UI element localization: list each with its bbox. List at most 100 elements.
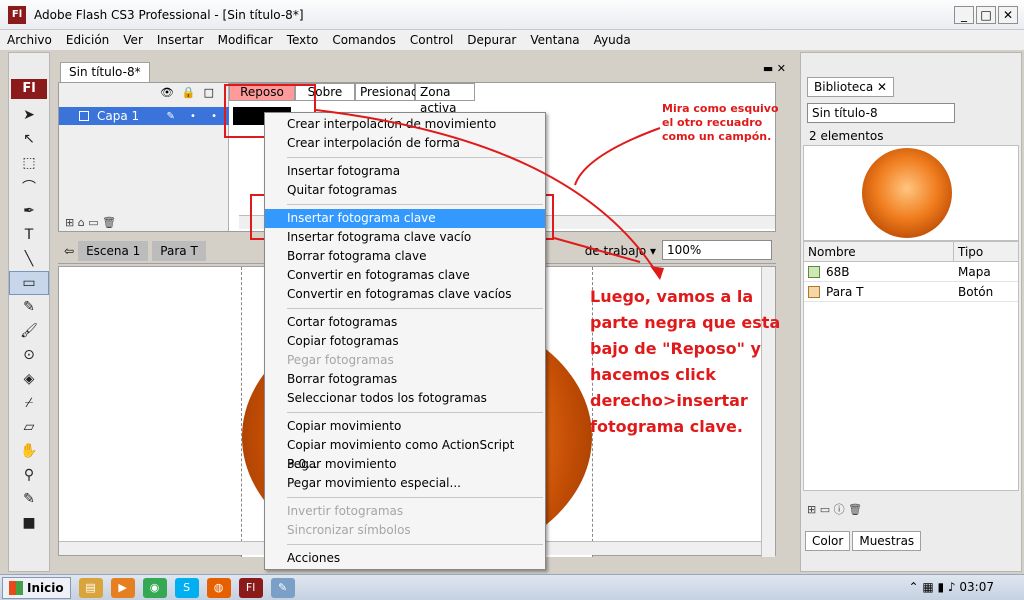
context-menu-item[interactable]: Copiar movimiento como ActionScript 3.0.… xyxy=(265,436,545,471)
menu-bar: Archivo Edición Ver Insertar Modificar T… xyxy=(0,30,1024,50)
eraser-tool-icon[interactable]: ▱ xyxy=(9,415,49,439)
menu-archivo[interactable]: Archivo xyxy=(0,33,59,47)
context-menu-item[interactable]: Convertir en fotogramas clave xyxy=(265,266,545,285)
zoom-select[interactable]: 100% xyxy=(662,240,772,260)
free-transform-tool-icon[interactable]: ⬚ xyxy=(9,151,49,175)
context-menu-item[interactable]: Insertar fotograma clave xyxy=(265,209,545,228)
context-menu-item[interactable]: Insertar fotograma clave vacío xyxy=(265,228,545,247)
explorer-icon[interactable]: ▤ xyxy=(78,577,103,598)
layer-visibility-icons[interactable]: 👁🔒□ xyxy=(160,86,222,99)
menu-control[interactable]: Control xyxy=(403,33,460,47)
tab-muestras[interactable]: Muestras xyxy=(852,531,922,551)
library-tools-icons[interactable]: ⊞ ▭ ⓘ 🗑 xyxy=(807,501,862,517)
flash-taskbar-icon[interactable]: Fl xyxy=(238,577,263,598)
context-menu-item[interactable]: Borrar fotograma clave xyxy=(265,247,545,266)
flash-app-icon: Fl xyxy=(8,5,26,24)
workspace-menu[interactable]: de trabajo ▾ xyxy=(585,244,656,258)
maximize-icon[interactable]: □ xyxy=(976,6,996,24)
menu-separator xyxy=(287,412,543,413)
layer-tools-icons[interactable]: ⊞ ⌂ ▭ 🗑 xyxy=(65,216,116,229)
context-menu-item[interactable]: Copiar fotogramas xyxy=(265,332,545,351)
library-tab[interactable]: Biblioteca ✕ xyxy=(807,77,895,97)
context-menu-item[interactable]: Pegar movimiento xyxy=(265,455,545,474)
menu-separator xyxy=(287,157,543,158)
system-tray: ⌃ ▦ ▮ ♪ 03:07 xyxy=(908,580,994,594)
menu-depurar[interactable]: Depurar xyxy=(460,33,523,47)
rectangle-tool-icon[interactable]: ▭ xyxy=(9,271,49,295)
color-panel-tabs: Color Muestras xyxy=(805,531,922,551)
media-player-icon[interactable]: ▶ xyxy=(110,577,135,598)
menu-comandos[interactable]: Comandos xyxy=(325,33,403,47)
context-menu-item[interactable]: Cortar fotogramas xyxy=(265,313,545,332)
layer-status-icons[interactable]: ✎ • • xyxy=(166,111,223,122)
column-type[interactable]: Tipo xyxy=(954,242,983,261)
layers-pane: 👁🔒□ Capa 1 ✎ • • ⊞ ⌂ ▭ 🗑 xyxy=(59,83,229,231)
library-row-name: Para T xyxy=(826,285,864,299)
selection-tool-icon[interactable]: ➤ xyxy=(9,103,49,127)
start-button[interactable]: Inicio xyxy=(2,576,71,599)
library-preview xyxy=(803,145,1019,241)
menu-insertar[interactable]: Insertar xyxy=(150,33,211,47)
document-controls[interactable]: ▬ ✕ xyxy=(763,62,786,75)
context-menu-item[interactable]: Acciones xyxy=(265,549,545,568)
library-item-count: 2 elementos xyxy=(809,129,884,143)
paint-bucket-tool-icon[interactable]: ◈ xyxy=(9,367,49,391)
zoom-tool-icon[interactable]: ⚲ xyxy=(9,463,49,487)
line-tool-icon[interactable]: ╲ xyxy=(9,247,49,271)
menu-texto[interactable]: Texto xyxy=(280,33,326,47)
library-row[interactable]: Para T Botón xyxy=(804,282,1018,302)
frame-label-presionado[interactable]: Presionado xyxy=(355,83,426,101)
context-menu-item[interactable]: Seleccionar todos los fotogramas xyxy=(265,389,545,408)
minimize-icon[interactable]: _ xyxy=(954,6,974,24)
firefox-icon[interactable]: ◍ xyxy=(206,577,231,598)
menu-edicion[interactable]: Edición xyxy=(59,33,116,47)
context-menu-item[interactable]: Pegar movimiento especial... xyxy=(265,474,545,493)
taskbar: Inicio ▤ ▶ ◉ S ◍ Fl ✎ ⌃ ▦ ▮ ♪ 03:07 xyxy=(0,574,1024,600)
layer-row[interactable]: Capa 1 ✎ • • xyxy=(59,107,229,125)
layer-icon xyxy=(79,111,89,121)
library-row-name: 68B xyxy=(826,265,850,279)
library-document-select[interactable]: Sin título-8 xyxy=(807,103,955,123)
hand-tool-icon[interactable]: ✋ xyxy=(9,439,49,463)
stroke-color-icon[interactable]: ✎ xyxy=(9,487,49,511)
close-icon[interactable]: ✕ xyxy=(998,6,1018,24)
library-row-type: Mapa xyxy=(958,265,991,279)
menu-modificar[interactable]: Modificar xyxy=(211,33,280,47)
menu-ventana[interactable]: Ventana xyxy=(523,33,586,47)
library-row[interactable]: 68B Mapa xyxy=(804,262,1018,282)
context-menu-item[interactable]: Quitar fotogramas xyxy=(265,181,545,200)
pencil-tool-icon[interactable]: ✎ xyxy=(9,295,49,319)
frame-label-zona-activa[interactable]: Zona activa xyxy=(415,83,475,115)
back-arrow-icon[interactable]: ⇦ xyxy=(64,244,74,258)
ink-bottle-tool-icon[interactable]: ⊙ xyxy=(9,343,49,367)
breadcrumb-scene[interactable]: Escena 1 xyxy=(78,240,149,261)
context-menu-item[interactable]: Convertir en fotogramas clave vacíos xyxy=(265,285,545,304)
brush-tool-icon[interactable]: 🖌 xyxy=(9,319,49,343)
menu-ayuda[interactable]: Ayuda xyxy=(587,33,638,47)
context-menu-item[interactable]: Borrar fotogramas xyxy=(265,370,545,389)
menu-ver[interactable]: Ver xyxy=(116,33,150,47)
tab-color[interactable]: Color xyxy=(805,531,851,551)
text-tool-icon[interactable]: T xyxy=(9,223,49,247)
tray-icons[interactable]: ⌃ ▦ ▮ ♪ xyxy=(908,580,959,594)
clock: 03:07 xyxy=(959,580,994,594)
misc-app-icon[interactable]: ✎ xyxy=(270,577,295,598)
chrome-icon[interactable]: ◉ xyxy=(142,577,167,598)
context-menu-item: Sincronizar símbolos xyxy=(287,523,411,537)
eyedropper-tool-icon[interactable]: ⌿ xyxy=(9,391,49,415)
lasso-tool-icon[interactable]: ⌒ xyxy=(9,175,49,199)
context-menu-item[interactable]: Crear interpolación de forma xyxy=(265,134,545,153)
column-name[interactable]: Nombre xyxy=(804,242,954,261)
breadcrumb-symbol[interactable]: Para T xyxy=(152,240,206,261)
fill-color-icon[interactable]: ■ xyxy=(9,511,49,535)
menu-separator xyxy=(287,204,543,205)
document-tab[interactable]: Sin título-8* xyxy=(60,62,150,82)
skype-icon[interactable]: S xyxy=(174,577,199,598)
context-menu-item[interactable]: Copiar movimiento xyxy=(265,417,545,436)
context-menu-item[interactable]: Insertar fotograma xyxy=(265,162,545,181)
layer-name: Capa 1 xyxy=(97,109,140,123)
pen-tool-icon[interactable]: ✒ xyxy=(9,199,49,223)
context-menu-item[interactable]: Crear interpolación de movimiento xyxy=(265,115,545,134)
subselection-tool-icon[interactable]: ↖ xyxy=(9,127,49,151)
context-menu: Crear interpolación de movimiento Crear i… xyxy=(264,112,546,570)
